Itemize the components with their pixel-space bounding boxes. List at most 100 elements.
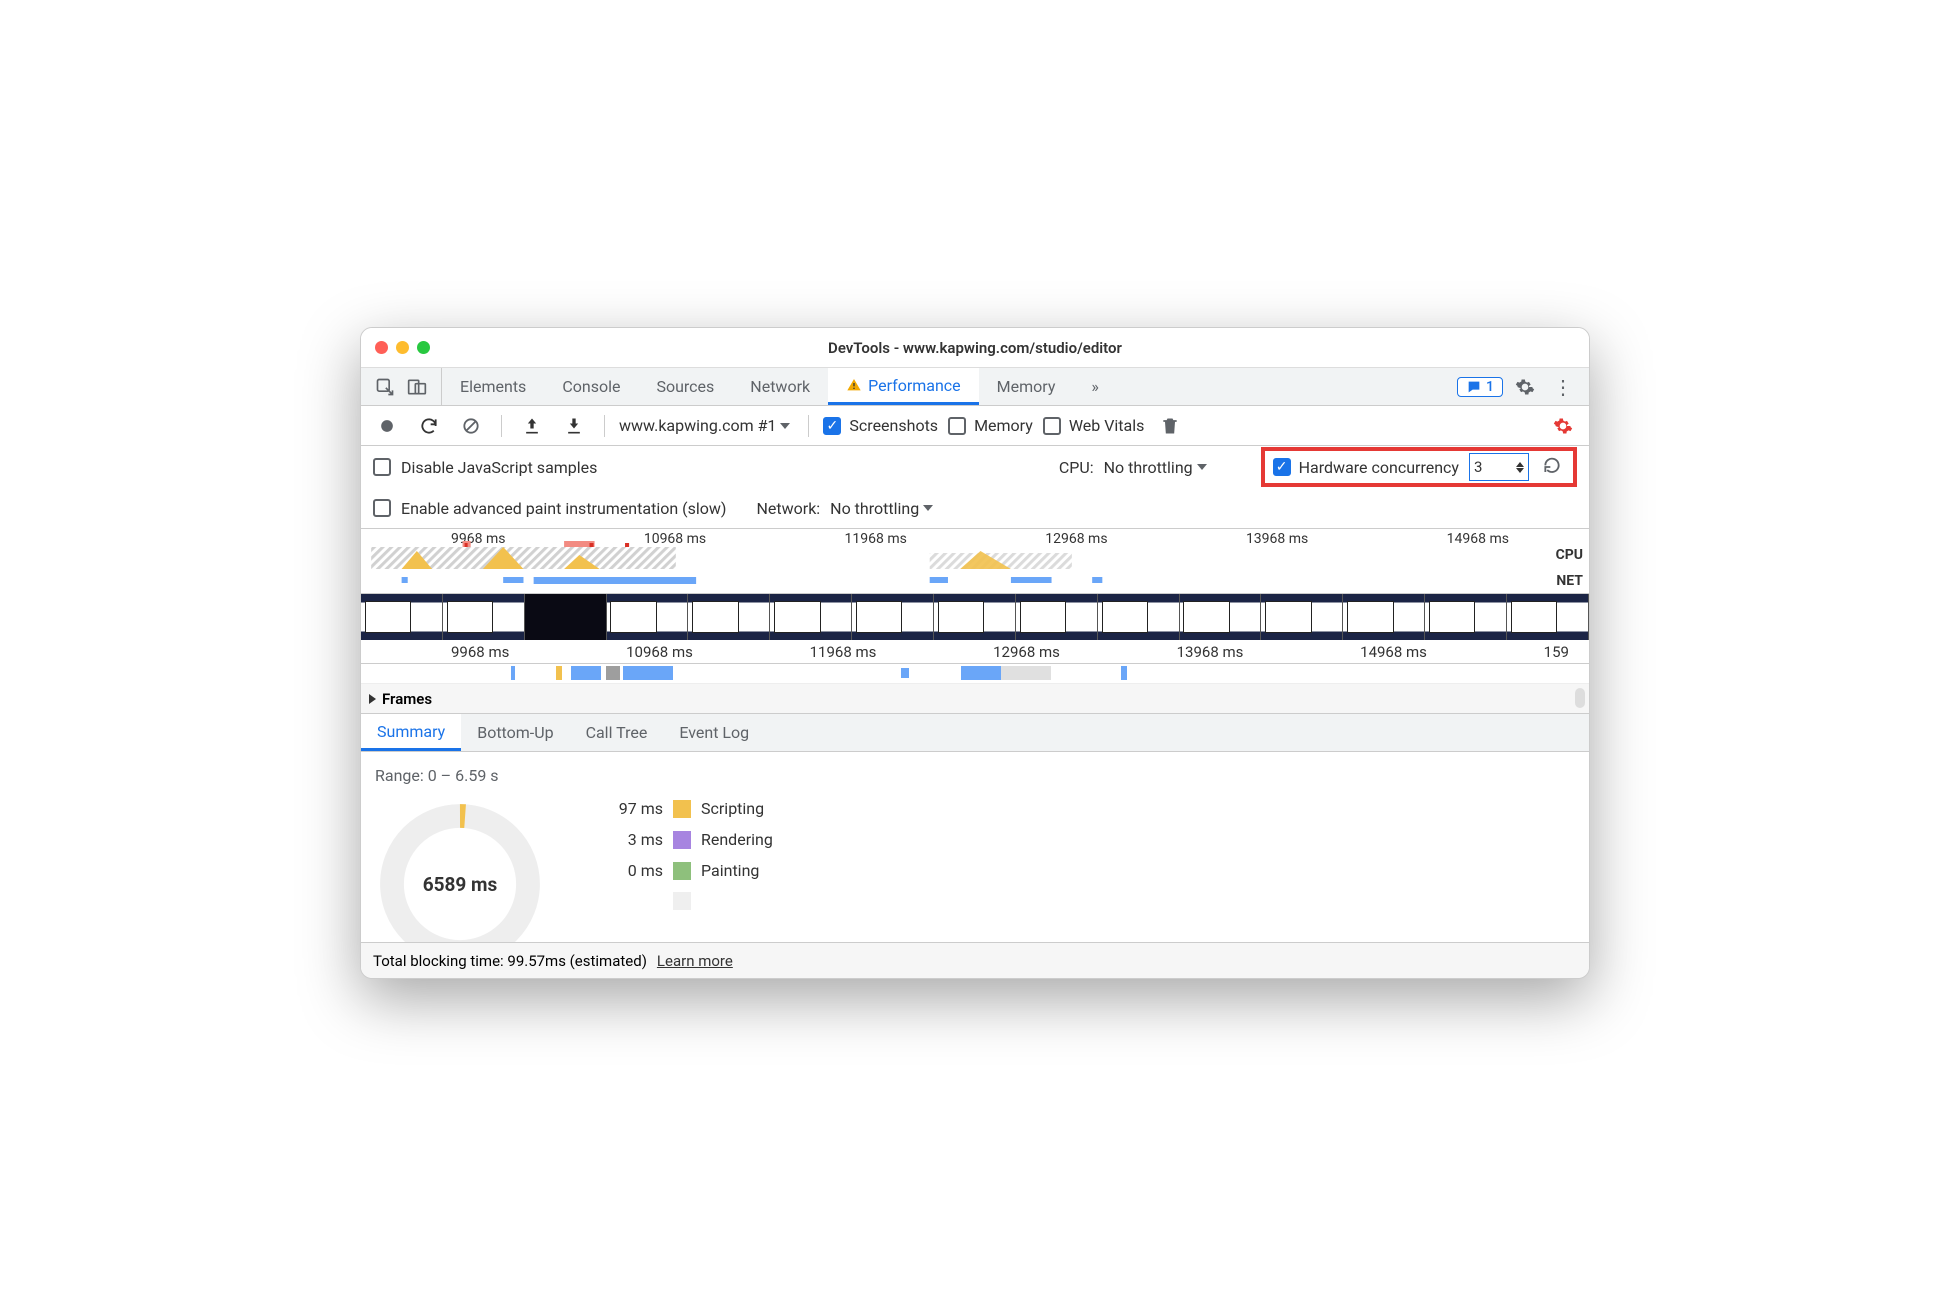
filmstrip-frame[interactable] (1507, 594, 1589, 640)
page-select-value: www.kapwing.com #1 (619, 416, 776, 435)
tab-overflow[interactable]: » (1073, 368, 1117, 405)
clear-icon[interactable] (455, 410, 487, 442)
chat-icon (1466, 379, 1482, 395)
screenshots-checkbox[interactable]: ✓ Screenshots (823, 416, 938, 435)
legend-swatch-painting (673, 862, 691, 880)
legend-row: 97 ms Scripting (605, 799, 773, 818)
filmstrip-frame[interactable] (1343, 594, 1425, 640)
legend-row: 0 ms Painting (605, 861, 773, 880)
filmstrip-frame[interactable] (607, 594, 689, 640)
window-title: DevTools - www.kapwing.com/studio/editor (361, 339, 1589, 357)
filmstrip-frame[interactable] (361, 594, 443, 640)
minimize-window-button[interactable] (396, 341, 409, 354)
btab-bottom-up[interactable]: Bottom-Up (461, 714, 569, 751)
maximize-window-button[interactable] (417, 341, 430, 354)
checkbox-label: Hardware concurrency (1299, 458, 1459, 477)
page-select-dropdown[interactable]: www.kapwing.com #1 (619, 416, 794, 435)
summary-legend: 97 ms Scripting 3 ms Rendering 0 ms Pain… (605, 799, 773, 910)
memory-checkbox[interactable]: Memory (948, 416, 1033, 435)
cpu-throttling-dropdown[interactable]: No throttling (1104, 458, 1211, 477)
tab-label: Network (750, 377, 810, 396)
traffic-lights (375, 341, 430, 354)
network-swimlane[interactable] (361, 664, 1589, 684)
settings-row-1: Disable JavaScript samples CPU: No throt… (361, 446, 1589, 488)
btab-summary[interactable]: Summary (361, 714, 461, 751)
feedback-badge[interactable]: 1 (1457, 377, 1503, 397)
hardware-concurrency-checkbox[interactable]: ✓ Hardware concurrency (1273, 458, 1459, 477)
learn-more-link[interactable]: Learn more (657, 952, 733, 970)
network-throttling-dropdown[interactable]: No throttling (830, 499, 937, 518)
filmstrip-frame[interactable] (688, 594, 770, 640)
summary-panel: Range: 0 – 6.59 s 6589 ms 97 ms Scriptin… (361, 752, 1589, 942)
tab-label: Performance (868, 376, 961, 395)
checkbox-icon (1043, 417, 1061, 435)
hardware-concurrency-input[interactable]: 3 (1469, 453, 1529, 481)
settings-icon[interactable] (1509, 371, 1541, 403)
badge-count: 1 (1486, 379, 1494, 395)
more-menu-icon[interactable]: ⋮ (1547, 371, 1579, 403)
tab-memory[interactable]: Memory (979, 368, 1074, 405)
filmstrip-frame[interactable] (934, 594, 1016, 640)
filmstrip-frame[interactable] (525, 594, 607, 640)
tab-sources[interactable]: Sources (638, 368, 732, 405)
tab-performance[interactable]: Performance (828, 368, 979, 405)
filmstrip-frame[interactable] (770, 594, 852, 640)
enable-paint-instr-checkbox[interactable]: Enable advanced paint instrumentation (s… (373, 499, 726, 518)
filmstrip[interactable] (361, 594, 1589, 640)
tick: 9968 ms (451, 643, 509, 661)
reset-concurrency-icon[interactable] (1539, 451, 1565, 483)
web-vitals-checkbox[interactable]: Web Vitals (1043, 416, 1145, 435)
legend-row: 3 ms Rendering (605, 830, 773, 849)
capture-settings-icon[interactable] (1547, 410, 1579, 442)
details-tabs: Summary Bottom-Up Call Tree Event Log (361, 714, 1589, 752)
scrollbar-thumb[interactable] (1575, 688, 1585, 708)
checkbox-icon: ✓ (823, 417, 841, 435)
devtools-window: DevTools - www.kapwing.com/studio/editor… (360, 327, 1590, 979)
filmstrip-frame[interactable] (1425, 594, 1507, 640)
inspect-element-icon[interactable] (369, 371, 401, 403)
legend-label: Rendering (701, 830, 773, 849)
save-profile-icon[interactable] (558, 410, 590, 442)
chevron-down-icon (780, 423, 790, 429)
overflow-icon: » (1091, 377, 1099, 396)
tab-console[interactable]: Console (544, 368, 638, 405)
disable-js-samples-checkbox[interactable]: Disable JavaScript samples (373, 458, 597, 477)
btab-call-tree[interactable]: Call Tree (570, 714, 664, 751)
delete-icon[interactable] (1154, 410, 1186, 442)
filmstrip-frame[interactable] (443, 594, 525, 640)
btab-event-log[interactable]: Event Log (663, 714, 765, 751)
range-text: Range: 0 – 6.59 s (375, 766, 1575, 785)
divider (604, 415, 605, 437)
stepper-icon[interactable] (1516, 462, 1524, 473)
frames-section-header[interactable]: Frames (361, 684, 1589, 714)
divider (808, 415, 809, 437)
summary-donut: 6589 ms (375, 799, 545, 942)
legend-swatch-system (673, 892, 691, 910)
tab-elements[interactable]: Elements (442, 368, 544, 405)
legend-row (605, 892, 773, 910)
filmstrip-frame[interactable] (1016, 594, 1098, 640)
checkbox-label: Memory (974, 416, 1033, 435)
record-button-icon[interactable] (371, 410, 403, 442)
tick: 14968 ms (1360, 643, 1427, 661)
filmstrip-frame[interactable] (1098, 594, 1180, 640)
overview-chart (361, 541, 1539, 591)
cpu-throttling-value: No throttling (1104, 458, 1193, 477)
chevron-down-icon (923, 505, 933, 511)
tab-network[interactable]: Network (732, 368, 828, 405)
close-window-button[interactable] (375, 341, 388, 354)
hardware-concurrency-highlight: ✓ Hardware concurrency 3 (1261, 447, 1577, 487)
load-profile-icon[interactable] (516, 410, 548, 442)
filmstrip-frame[interactable] (852, 594, 934, 640)
legend-time: 97 ms (605, 799, 663, 818)
filmstrip-frame[interactable] (1261, 594, 1343, 640)
reload-record-icon[interactable] (413, 410, 445, 442)
performance-toolbar: www.kapwing.com #1 ✓ Screenshots Memory … (361, 406, 1589, 446)
warning-triangle-icon (846, 377, 862, 393)
timeline-overview[interactable]: 9968 ms 10968 ms 11968 ms 12968 ms 13968… (361, 528, 1589, 594)
filmstrip-frame[interactable] (1180, 594, 1262, 640)
cpu-lane-label: CPU (1556, 547, 1583, 563)
tab-label: Summary (377, 722, 445, 741)
device-toolbar-icon[interactable] (401, 371, 433, 403)
tick: 159 (1544, 643, 1569, 661)
